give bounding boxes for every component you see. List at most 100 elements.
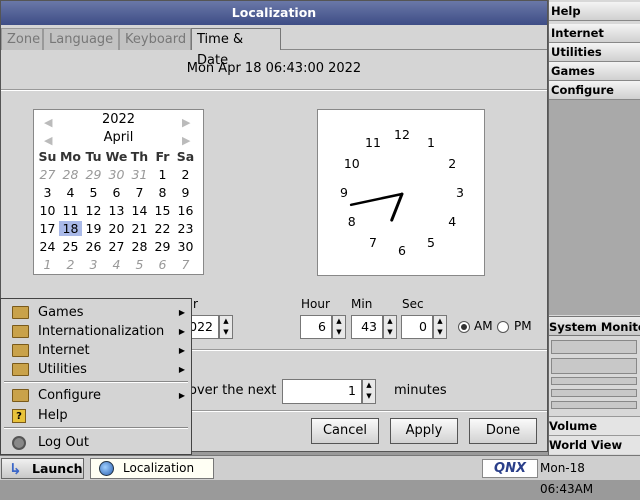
- calendar-day[interactable]: 22: [151, 221, 174, 236]
- shelf-world-view-button[interactable]: World View: [549, 435, 640, 454]
- calendar-day[interactable]: 4: [59, 185, 82, 200]
- am-radio[interactable]: [458, 321, 470, 333]
- calendar-day[interactable]: 13: [105, 203, 128, 218]
- folder-icon: [12, 325, 29, 338]
- tab-zone[interactable]: Zone: [1, 28, 43, 50]
- calendar-day[interactable]: 14: [128, 203, 151, 218]
- update-interval-field[interactable]: 1: [282, 379, 362, 404]
- shelf-help-button[interactable]: Help: [549, 2, 640, 21]
- cancel-button[interactable]: Cancel: [311, 418, 379, 444]
- calendar-day[interactable]: 15: [151, 203, 174, 218]
- weekday-header: Sa: [176, 149, 195, 164]
- calendar-day[interactable]: 5: [82, 185, 105, 200]
- calendar-day[interactable]: 8: [151, 185, 174, 200]
- calendar-day[interactable]: 9: [174, 185, 197, 200]
- calendar-day[interactable]: 10: [36, 203, 59, 218]
- year-stepper[interactable]: ▲ ▼: [219, 315, 233, 339]
- current-datetime: Mon Apr 18 06:43:00 2022: [186, 61, 362, 76]
- calendar-day[interactable]: 18: [59, 221, 82, 236]
- menu-item-configure[interactable]: Configure ▶: [4, 387, 188, 405]
- calendar-day[interactable]: 28: [128, 239, 151, 254]
- calendar-day[interactable]: 11: [59, 203, 82, 218]
- calendar-day[interactable]: 27: [36, 167, 59, 182]
- calendar-day[interactable]: 29: [82, 167, 105, 182]
- down-icon: ▼: [437, 328, 443, 336]
- up-icon: ▲: [387, 317, 393, 325]
- calendar-day[interactable]: 29: [151, 239, 174, 254]
- desktop-shelf: Help Internet Utilities Games Configure …: [548, 0, 640, 458]
- update-interval-stepper[interactable]: ▲ ▼: [362, 379, 376, 404]
- menu-item-games[interactable]: Games ▶: [4, 304, 188, 322]
- calendar-day[interactable]: 7: [174, 257, 197, 272]
- menu-item-utilities[interactable]: Utilities ▶: [4, 361, 188, 379]
- weekday-header: We: [105, 149, 128, 164]
- hour-stepper[interactable]: ▲ ▼: [332, 315, 346, 339]
- weekday-header: Su: [38, 149, 57, 164]
- minute-field[interactable]: 43: [351, 315, 383, 339]
- calendar-month: April: [103, 130, 134, 145]
- launch-button[interactable]: ↳ Launch: [1, 458, 84, 479]
- calendar-day[interactable]: 12: [82, 203, 105, 218]
- pm-radio[interactable]: [497, 321, 509, 333]
- calendar-day[interactable]: 4: [105, 257, 128, 272]
- second-stepper[interactable]: ▲ ▼: [433, 315, 447, 339]
- calendar-day[interactable]: 21: [128, 221, 151, 236]
- shelf-utilities-button[interactable]: Utilities: [549, 43, 640, 62]
- menu-item-log-out[interactable]: Log Out: [4, 434, 188, 452]
- calendar-day[interactable]: 23: [174, 221, 197, 236]
- calendar-day[interactable]: 7: [128, 185, 151, 200]
- menu-divider: [4, 381, 188, 383]
- calendar-day[interactable]: 27: [105, 239, 128, 254]
- divider: [1, 89, 547, 91]
- calendar-day[interactable]: 3: [82, 257, 105, 272]
- calendar-day[interactable]: 19: [82, 221, 105, 236]
- calendar-day[interactable]: 31: [128, 167, 151, 182]
- tab-keyboard[interactable]: Keyboard: [119, 28, 191, 50]
- calendar-day[interactable]: 6: [151, 257, 174, 272]
- shelf-volume-button[interactable]: Volume: [549, 416, 640, 435]
- menu-item-internet[interactable]: Internet ▶: [4, 342, 188, 360]
- calendar-day[interactable]: 3: [36, 185, 59, 200]
- calendar-day[interactable]: 26: [82, 239, 105, 254]
- calendar-day[interactable]: 2: [59, 257, 82, 272]
- submenu-arrow-icon: ▶: [178, 346, 185, 355]
- calendar-day[interactable]: 1: [151, 167, 174, 182]
- menu-item-help[interactable]: ? Help: [4, 407, 188, 425]
- calendar-day[interactable]: 20: [105, 221, 128, 236]
- apply-button[interactable]: Apply: [390, 418, 458, 444]
- calendar-day[interactable]: 24: [36, 239, 59, 254]
- calendar-day[interactable]: 1: [36, 257, 59, 272]
- shelf-empty-area: [549, 100, 640, 315]
- taskbar-item-localization[interactable]: Localization: [90, 458, 214, 479]
- up-icon: ▲: [366, 381, 372, 389]
- tab-time-date[interactable]: Time & Date: [191, 28, 281, 68]
- shelf-internet-button[interactable]: Internet: [549, 24, 640, 43]
- calendar-day[interactable]: 16: [174, 203, 197, 218]
- second-field[interactable]: 0: [401, 315, 433, 339]
- shelf-games-button[interactable]: Games: [549, 62, 640, 81]
- tab-language[interactable]: Language: [43, 28, 119, 50]
- down-icon: ▼: [223, 328, 229, 336]
- calendar-day[interactable]: 2: [174, 167, 197, 182]
- down-icon: ▼: [336, 328, 342, 336]
- shelf-configure-button[interactable]: Configure: [549, 81, 640, 100]
- logout-icon: [12, 436, 26, 450]
- done-button[interactable]: Done: [469, 418, 537, 444]
- calendar-day[interactable]: 6: [105, 185, 128, 200]
- minute-hand: [349, 192, 404, 207]
- calendar-day[interactable]: 30: [105, 167, 128, 182]
- weekday-header: Mo: [59, 149, 82, 164]
- analog-clock: 12 1 2 3 4 5 6 7 8 9 10 11: [317, 109, 485, 276]
- hour-field[interactable]: 6: [300, 315, 332, 339]
- window-title[interactable]: Localization: [1, 1, 547, 25]
- calendar-day[interactable]: 28: [59, 167, 82, 182]
- calendar-day[interactable]: 17: [36, 221, 59, 236]
- globe-icon: [99, 461, 114, 476]
- monitor-bar: [551, 340, 637, 354]
- minute-stepper[interactable]: ▲ ▼: [383, 315, 397, 339]
- calendar-day[interactable]: 5: [128, 257, 151, 272]
- calendar-day[interactable]: 25: [59, 239, 82, 254]
- weekday-header: Tu: [85, 149, 102, 164]
- menu-item-internationalization[interactable]: Internationalization ▶: [4, 323, 188, 341]
- calendar-day[interactable]: 30: [174, 239, 197, 254]
